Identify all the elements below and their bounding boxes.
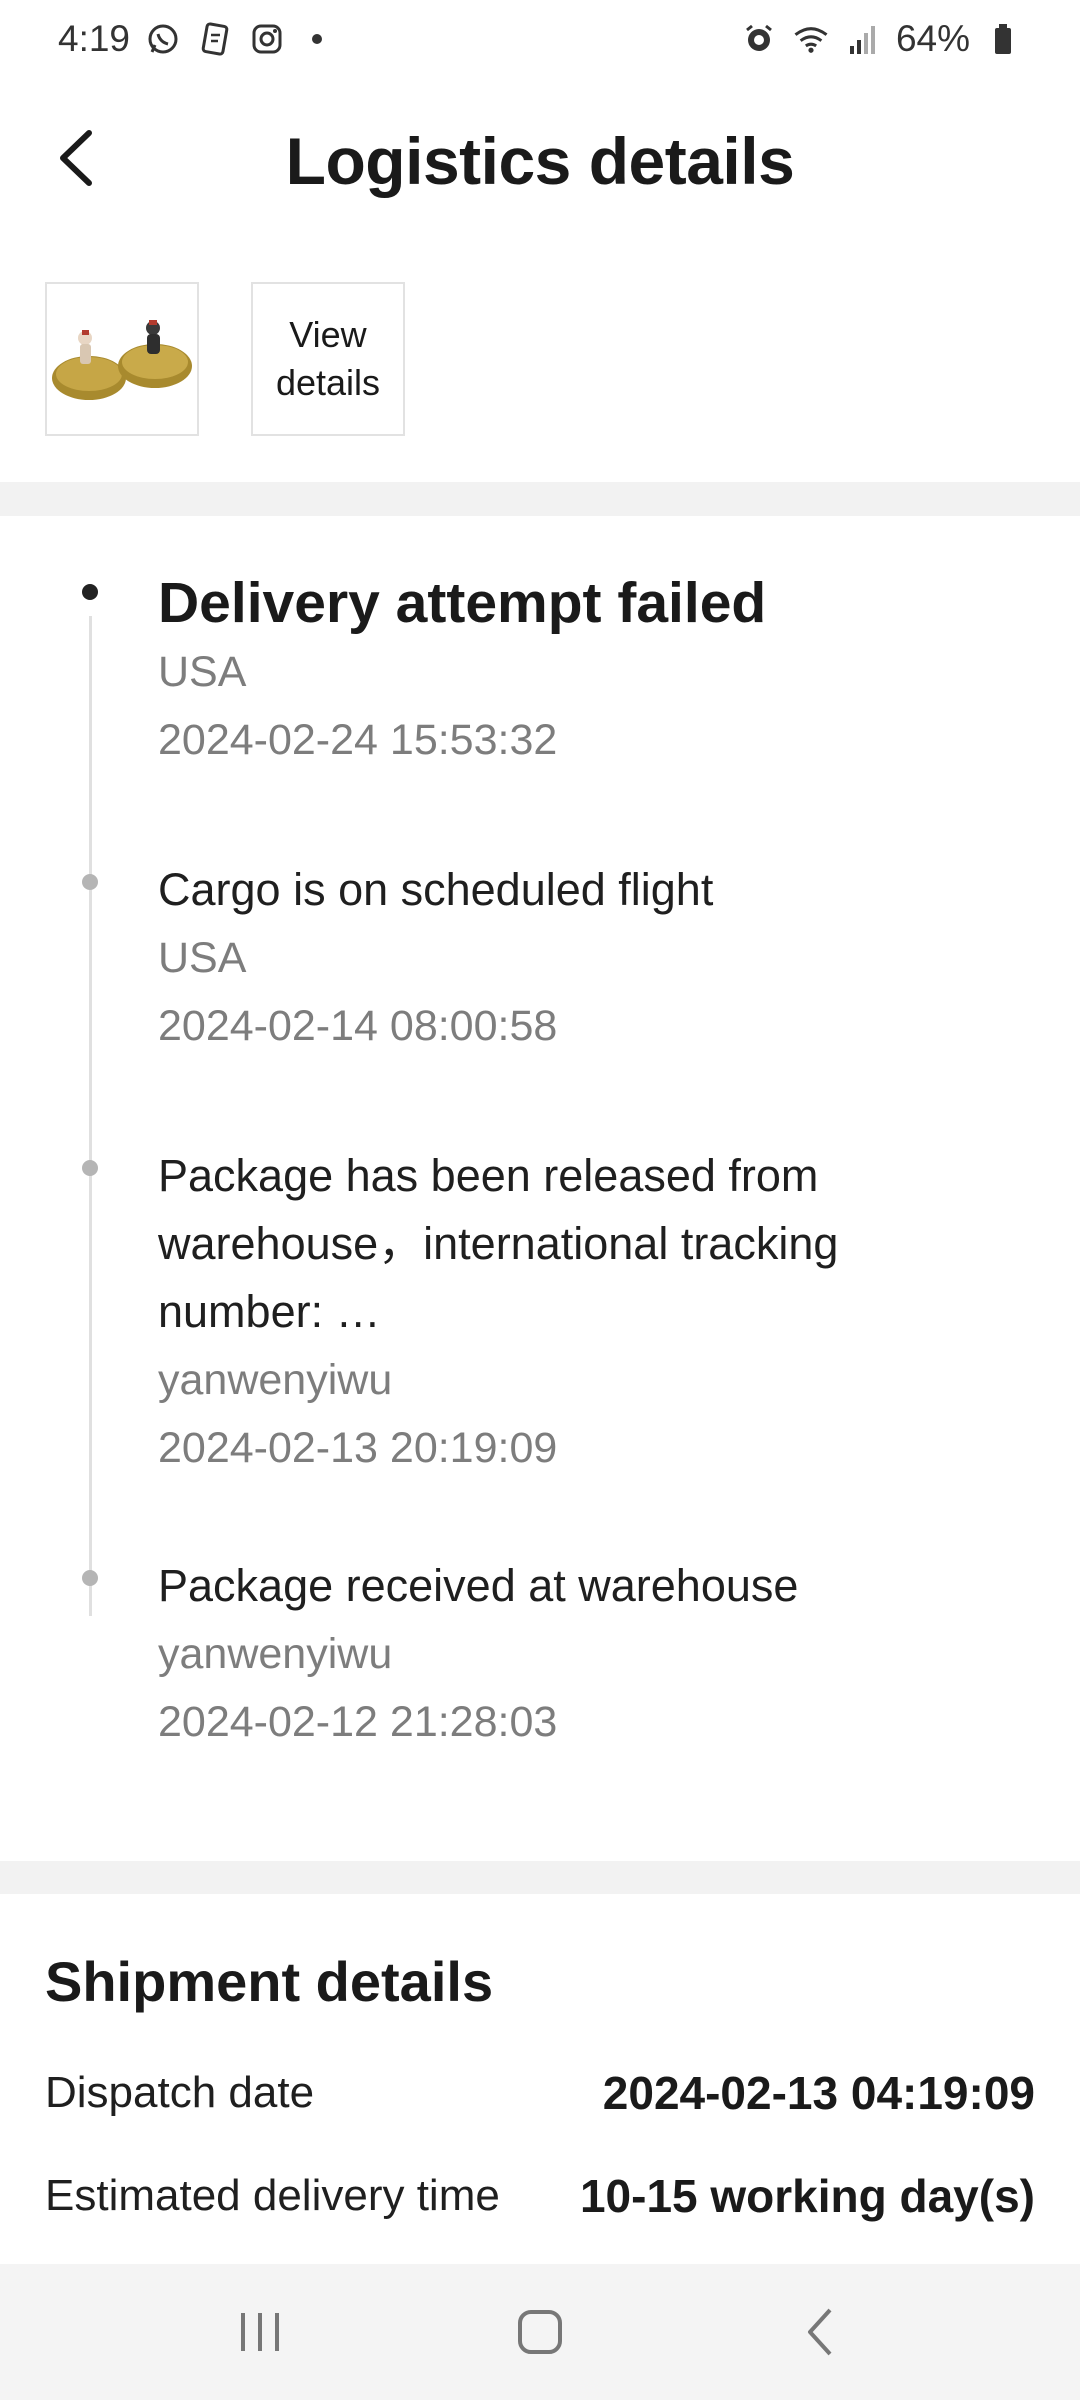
- event-time: 2024-02-14 08:00:58: [158, 1002, 558, 1050]
- delivery-time-row: Estimated delivery time 10-15 working da…: [45, 2169, 1035, 2223]
- event-title: Cargo is on scheduled flight: [158, 864, 714, 915]
- event-time: 2024-02-13 20:19:09: [158, 1424, 558, 1472]
- event-title: Package has been released from warehouse…: [158, 1150, 839, 1337]
- event-location: USA: [158, 648, 247, 696]
- system-nav-bar: [0, 2264, 1080, 2400]
- screen: 4:19 64% Logistics details View details …: [0, 0, 1080, 2400]
- status-right: 64%: [740, 18, 1022, 60]
- page-title: Logistics details: [285, 124, 795, 198]
- back-nav-button[interactable]: [760, 2282, 880, 2382]
- tracking-timeline: Delivery attempt failed USA 2024-02-24 1…: [0, 516, 1080, 1861]
- event-time: 2024-02-12 21:28:03: [158, 1698, 558, 1746]
- dispatch-date-row: Dispatch date 2024-02-13 04:19:09: [45, 2066, 1035, 2120]
- status-bar: 4:19 64%: [0, 0, 1080, 78]
- timeline-event-text: Package received at warehouse yanwenyiwu…: [158, 1552, 980, 1756]
- timeline-dot: [82, 1160, 98, 1176]
- wifi-icon: [792, 20, 830, 58]
- home-button[interactable]: [480, 2282, 600, 2382]
- timeline-dot: [82, 1570, 98, 1586]
- alarm-icon: [740, 20, 778, 58]
- timeline-line: [89, 616, 92, 1616]
- event-time: 2024-02-24 15:53:32: [158, 716, 558, 764]
- view-details-button[interactable]: View details: [251, 282, 405, 436]
- event-location: yanwenyiwu: [158, 1356, 393, 1404]
- section-divider: [0, 1861, 1080, 1895]
- signal-icon: [844, 20, 882, 58]
- shipment-title: Shipment details: [45, 1950, 494, 2013]
- timeline-dot: [82, 874, 98, 890]
- timeline-event-text[interactable]: Package has been released from warehouse…: [158, 1142, 980, 1482]
- recent-apps-icon: [241, 2313, 279, 2351]
- notification-app-icon: [196, 20, 234, 58]
- dispatch-date-value: 2024-02-13 04:19:09: [602, 2067, 1035, 2119]
- battery-percent: 64%: [895, 18, 970, 59]
- dispatch-date-label: Dispatch date: [45, 2068, 315, 2117]
- cymbals-image: [52, 320, 192, 400]
- shipment-details: Shipment details Dispatch date 2024-02-1…: [0, 1894, 1080, 2264]
- timeline-event-text: Cargo is on scheduled flight USA 2024-02…: [158, 856, 980, 1060]
- whatsapp-icon: [144, 20, 182, 58]
- delivery-time-label: Estimated delivery time: [45, 2171, 500, 2220]
- home-icon: [518, 2310, 562, 2354]
- header: Logistics details: [0, 78, 1080, 243]
- event-location: yanwenyiwu: [158, 1630, 393, 1678]
- notification-dot: [312, 34, 323, 44]
- status-time: 4:19: [58, 18, 131, 59]
- product-thumbnail[interactable]: [45, 282, 199, 436]
- back-nav-icon: [808, 2308, 832, 2356]
- event-location: USA: [158, 934, 247, 982]
- instagram-icon: [248, 20, 286, 58]
- recent-apps-button[interactable]: [200, 2282, 320, 2382]
- status-left: 4:19: [58, 18, 323, 60]
- event-title: Delivery attempt failed: [158, 571, 767, 635]
- section-divider: [0, 482, 1080, 516]
- delivery-time-value: 10-15 working day(s): [579, 2170, 1035, 2222]
- battery-icon: [984, 20, 1022, 58]
- product-row: View details: [45, 282, 405, 436]
- event-title: Package received at warehouse: [158, 1560, 799, 1611]
- timeline-dot: [82, 584, 98, 600]
- timeline-event-text: Delivery attempt failed USA 2024-02-24 1…: [158, 568, 980, 774]
